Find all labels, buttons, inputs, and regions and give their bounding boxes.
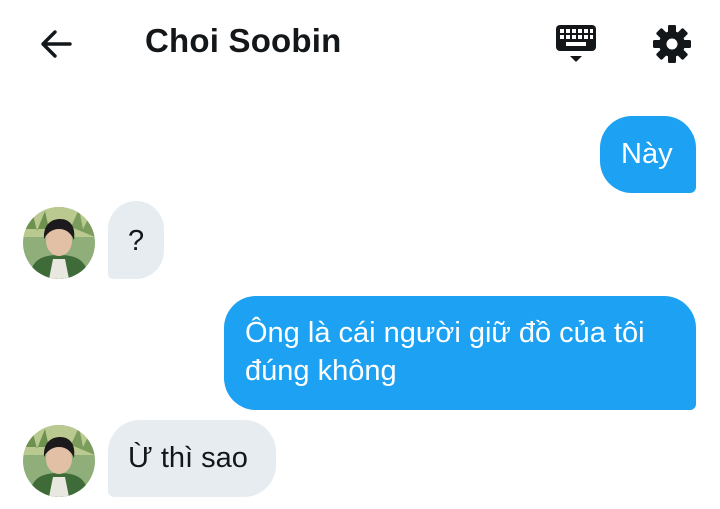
message-bubble-sent[interactable]: Này — [600, 116, 696, 193]
message-bubble-sent[interactable]: Ông là cái người giữ đồ của tôi đúng khô… — [224, 296, 696, 410]
avatar-image — [23, 425, 95, 497]
conversation-title: Choi Soobin — [145, 22, 342, 59]
message-bubble-received[interactable]: ? — [108, 201, 164, 279]
message-bubble-received[interactable]: Ừ thì sao — [108, 420, 276, 497]
keyboard-icon — [556, 25, 596, 62]
arrow-left-icon — [41, 30, 72, 58]
chat-header: Choi Soobin — [0, 0, 720, 86]
avatar[interactable] — [23, 207, 95, 279]
avatar-image — [23, 207, 95, 279]
settings-button[interactable] — [648, 20, 696, 68]
avatar[interactable] — [23, 425, 95, 497]
gear-icon — [653, 25, 691, 63]
keyboard-toggle-button[interactable] — [553, 20, 599, 66]
back-button[interactable] — [36, 24, 76, 64]
